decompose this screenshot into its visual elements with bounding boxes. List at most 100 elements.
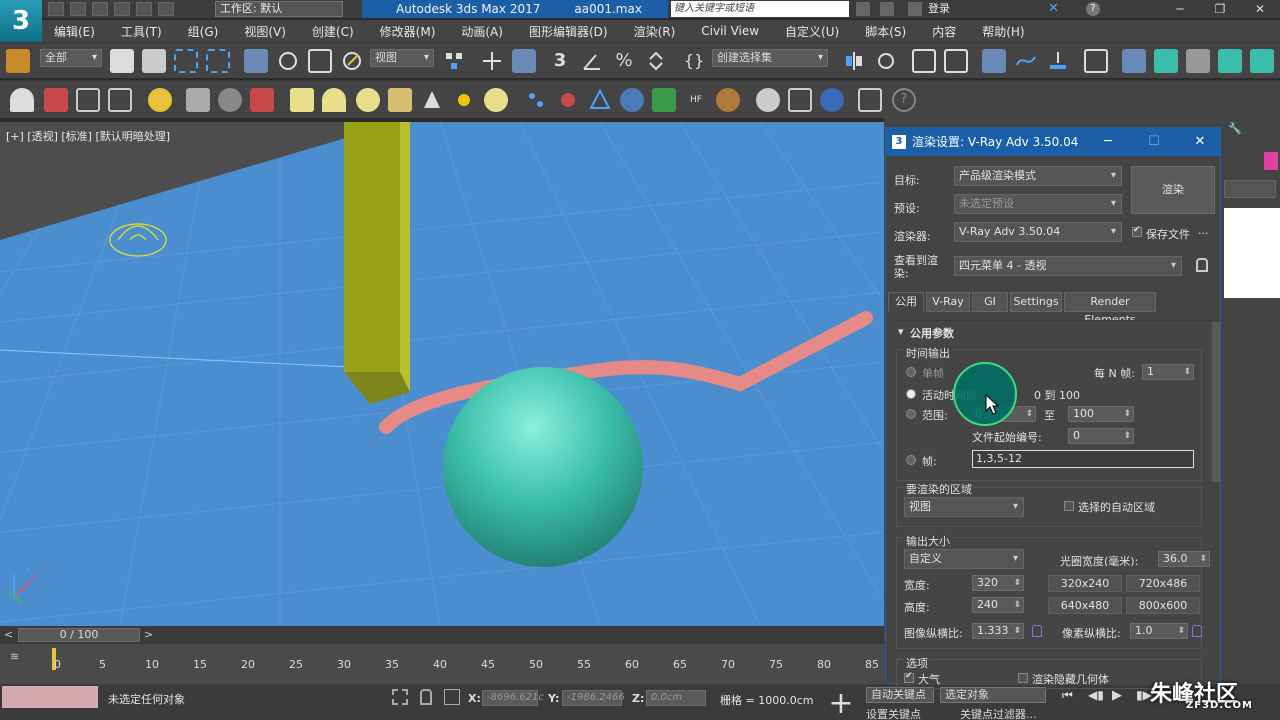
app-logo[interactable]: 3	[0, 0, 42, 42]
image-aspect-spinner[interactable]: 1.333	[972, 623, 1024, 639]
prev-key-icon[interactable]: ◀▮	[1088, 688, 1106, 702]
spinner-snap-icon[interactable]	[644, 49, 668, 73]
target-dropdown[interactable]: 产品级渲染模式	[954, 166, 1122, 186]
prev-frame-icon[interactable]: <	[4, 628, 13, 641]
menu-group[interactable]: 组(G)	[188, 23, 219, 40]
tab-vray[interactable]: V-Ray	[926, 292, 970, 312]
vray-plane-light-icon[interactable]	[290, 88, 314, 112]
frames-radio[interactable]	[906, 455, 916, 465]
snap-3d-icon[interactable]: 3	[548, 49, 572, 73]
tab-common[interactable]: 公用	[888, 292, 924, 312]
isolate-icon[interactable]	[392, 689, 408, 705]
area-dropdown[interactable]: 视图	[904, 497, 1024, 517]
maxscript-listener[interactable]	[2, 686, 98, 708]
single-frame-radio[interactable]	[906, 367, 916, 377]
select-manipulate-icon[interactable]	[480, 49, 504, 73]
selected-object-dropdown[interactable]: 选定对象	[940, 687, 1046, 703]
preset-640x480-button[interactable]: 640x480	[1048, 597, 1122, 614]
vray-fur-icon[interactable]	[652, 88, 676, 112]
vray-dome-light-icon[interactable]	[322, 88, 346, 112]
menu-civil-view[interactable]: Civil View	[701, 24, 759, 38]
render-setup-icon[interactable]	[1122, 49, 1146, 73]
menu-scripting[interactable]: 脚本(S)	[865, 23, 906, 40]
rollout-title[interactable]: 公用参数	[910, 325, 954, 341]
dialog-scrollbar[interactable]	[1212, 322, 1220, 482]
workspace-dropdown[interactable]: 工作区: 默认	[215, 1, 343, 17]
link-icon[interactable]	[6, 49, 30, 73]
curve-editor-mini-icon[interactable]: ≋	[10, 650, 28, 664]
search-input[interactable]: 键入关键字或短语	[671, 1, 849, 17]
dialog-maximize-button[interactable]: ☐	[1134, 128, 1174, 156]
modifier-list-dropdown[interactable]	[1224, 180, 1276, 198]
curve-editor-icon[interactable]	[1014, 49, 1038, 73]
schematic-view-icon[interactable]	[1046, 49, 1070, 73]
restore-button[interactable]: ❐	[1200, 0, 1240, 18]
placement-icon[interactable]	[340, 49, 364, 73]
vray-material-sphere-icon[interactable]	[756, 88, 780, 112]
vray-plane-icon[interactable]	[588, 88, 612, 112]
teapot-icon[interactable]	[10, 88, 34, 112]
selection-filter-dropdown[interactable]: 全部	[40, 49, 102, 67]
vray-sphere-fade-icon[interactable]	[556, 88, 580, 112]
width-spinner[interactable]: 320	[972, 575, 1024, 591]
menu-views[interactable]: 视图(V)	[244, 23, 286, 40]
subscription-icon[interactable]	[880, 2, 894, 16]
renderer-dropdown[interactable]: V-Ray Adv 3.50.04	[954, 222, 1122, 242]
menu-customize[interactable]: 自定义(U)	[785, 23, 839, 40]
scale-icon[interactable]	[308, 49, 332, 73]
view-to-render-dropdown[interactable]: 四元菜单 4 - 透视	[954, 256, 1182, 276]
favorites-icon[interactable]	[908, 2, 922, 16]
aperture-spinner[interactable]: 36.0	[1158, 551, 1210, 567]
range-radio[interactable]	[906, 409, 916, 419]
absolute-mode-icon[interactable]	[444, 689, 460, 705]
vray-sphere-light-icon[interactable]	[356, 88, 380, 112]
layer-explorer-icon[interactable]	[912, 49, 936, 73]
mirror-icon[interactable]	[842, 49, 866, 73]
rotate-icon[interactable]	[276, 49, 300, 73]
scene-explorer-icon[interactable]	[982, 49, 1006, 73]
tab-settings[interactable]: Settings	[1010, 292, 1062, 312]
close-button[interactable]: ✕	[1240, 0, 1280, 18]
play-icon[interactable]: ▶	[1112, 688, 1130, 703]
vray-ies-light-icon[interactable]	[388, 88, 412, 112]
set-key-icon[interactable]: +	[826, 689, 856, 720]
range-to-spinner[interactable]: 100	[1068, 406, 1134, 422]
help-icon[interactable]: ?	[1086, 2, 1100, 16]
modifier-stack[interactable]	[1224, 208, 1280, 298]
object-color-swatch[interactable]	[1264, 152, 1278, 170]
menu-modifiers[interactable]: 修改器(M)	[380, 23, 436, 40]
exchange-icon[interactable]: ✕	[1048, 1, 1064, 17]
preset-800x600-button[interactable]: 800x600	[1126, 597, 1200, 614]
select-by-name-icon[interactable]	[142, 49, 166, 73]
set-key-button[interactable]: 设置关键点	[866, 706, 921, 720]
new-file-icon[interactable]	[48, 2, 64, 16]
angle-snap-icon[interactable]	[580, 49, 604, 73]
keyboard-shortcut-icon[interactable]	[512, 49, 536, 73]
align-icon[interactable]	[874, 49, 898, 73]
percent-snap-icon[interactable]: %	[612, 49, 636, 73]
every-n-spinner[interactable]: 1	[1142, 364, 1194, 380]
save-file-icon[interactable]	[92, 2, 108, 16]
move-icon[interactable]	[244, 49, 268, 73]
menu-animation[interactable]: 动画(A)	[461, 23, 503, 40]
select-object-icon[interactable]	[110, 49, 134, 73]
menu-tools[interactable]: 工具(T)	[121, 23, 162, 40]
z-coord-field[interactable]: 0.0cm	[646, 690, 706, 706]
material-editor-icon[interactable]	[1084, 49, 1108, 73]
vray-clipper-icon[interactable]	[620, 88, 644, 112]
vray-grid-icon[interactable]	[108, 88, 132, 112]
open-file-icon[interactable]	[70, 2, 86, 16]
hierarchy-icon[interactable]: 🔧	[1228, 122, 1248, 140]
pixel-aspect-lock-icon[interactable]	[1192, 625, 1202, 637]
track-bar[interactable]: ≋ 0 5 10 15 20 25 30 35 40 45 50 55 60 6…	[0, 644, 884, 684]
vray-bulb-icon[interactable]	[148, 88, 172, 112]
menu-graph-editors[interactable]: 图形编辑器(D)	[529, 23, 608, 40]
vray-spot-icon[interactable]	[420, 88, 444, 112]
vray-ambient-light-icon[interactable]	[484, 88, 508, 112]
vray-mesh-export-icon[interactable]	[716, 88, 740, 112]
menu-help[interactable]: 帮助(H)	[982, 23, 1024, 40]
file-start-spinner[interactable]: 0	[1068, 428, 1134, 444]
lock-selection-icon[interactable]	[420, 689, 432, 705]
dialog-minimize-button[interactable]: ─	[1088, 128, 1128, 156]
frames-input[interactable]: 1,3,5-12	[972, 450, 1194, 468]
